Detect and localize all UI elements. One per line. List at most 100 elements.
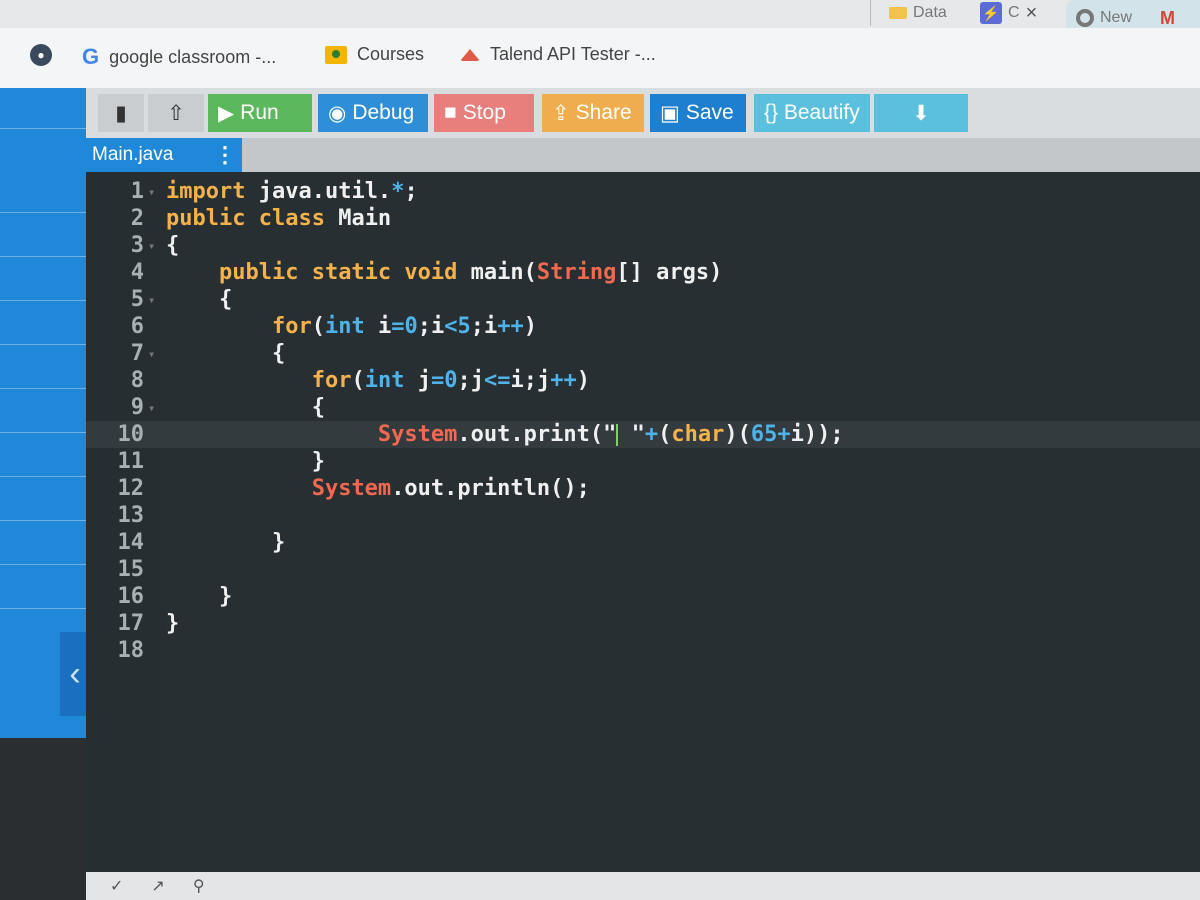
line-number: 6	[130, 314, 144, 339]
file-tab-main-java[interactable]: Main.java ⋮	[86, 138, 242, 172]
sidebar-item[interactable]	[0, 524, 86, 565]
new-file-button[interactable]: ▮	[98, 94, 144, 132]
line-number: 1	[130, 179, 144, 204]
browser-tab-active[interactable]: ⚡ C ×	[980, 0, 1060, 26]
debug-icon: ◉	[328, 101, 347, 125]
download-button[interactable]: ⬇	[874, 94, 968, 132]
sidebar-item[interactable]	[0, 568, 86, 609]
download-icon: ⬇	[912, 101, 930, 125]
code-text: for(int j=0;j<=i;j++)	[311, 368, 590, 393]
bookmark-talend[interactable]: Talend API Tester -...	[460, 44, 656, 65]
code-line[interactable]: 11 }	[86, 448, 1200, 475]
code-line[interactable]: 16 }	[86, 583, 1200, 610]
tab-label: C	[1008, 4, 1020, 21]
talend-icon	[460, 48, 480, 61]
code-line[interactable]: 13	[86, 502, 1200, 529]
line-number: 8	[130, 368, 144, 393]
code-line[interactable]: 18	[86, 637, 1200, 664]
fold-arrow-icon[interactable]: ▾	[144, 347, 166, 361]
code-line[interactable]: 2 public class Main	[86, 205, 1200, 232]
code-line[interactable]: 12 System.out.println();	[86, 475, 1200, 502]
debug-label: Debug	[352, 101, 415, 124]
sidebar-item[interactable]	[0, 304, 86, 345]
apps-shortcut[interactable]: ●	[30, 44, 52, 66]
code-text: public static void main(String[] args)	[218, 260, 723, 285]
line-number: 7	[130, 341, 144, 366]
file-tab-label: Main.java	[92, 144, 174, 165]
fold-arrow-icon[interactable]: ▾	[144, 239, 166, 253]
upload-button[interactable]: ⇧	[148, 94, 204, 132]
code-line-active[interactable]: 10 System.out.print(" "+(char)(65+i));	[86, 421, 1200, 448]
sidebar-item[interactable]	[0, 392, 86, 433]
upload-icon: ⇧	[167, 101, 185, 125]
sidebar-item[interactable]	[0, 216, 86, 257]
code-text: }	[166, 611, 180, 636]
code-line[interactable]: 6 for(int i=0;i<5;i++)	[86, 313, 1200, 340]
sidebar-item[interactable]	[0, 436, 86, 477]
check-icon[interactable]: ✓	[110, 876, 123, 896]
sidebar-item[interactable]	[0, 480, 86, 521]
stop-button[interactable]: ■ Stop	[434, 94, 534, 132]
line-number: 14	[117, 530, 145, 555]
fold-arrow-icon[interactable]: ▾	[144, 185, 166, 199]
code-text: }	[271, 530, 286, 555]
sidebar-item[interactable]	[0, 172, 86, 213]
code-text: import java.util.*;	[166, 179, 418, 204]
kebab-menu-icon[interactable]: ⋮	[214, 142, 236, 168]
code-line[interactable]: 14 }	[86, 529, 1200, 556]
code-text: }	[218, 584, 233, 609]
sidebar-item[interactable]	[0, 260, 86, 301]
debug-button[interactable]: ◉ Debug	[318, 94, 428, 132]
sidebar-item[interactable]	[0, 348, 86, 389]
file-icon: ▮	[115, 101, 127, 125]
beautify-label: {} Beautify	[764, 101, 860, 124]
code-line[interactable]: 1 ▾ import java.util.*;	[86, 178, 1200, 205]
code-line[interactable]: 15	[86, 556, 1200, 583]
bookmark-google-classroom[interactable]: G google classroom -...	[82, 44, 276, 70]
code-line[interactable]: 4 public static void main(String[] args)	[86, 259, 1200, 286]
code-text: {	[311, 395, 325, 420]
gmail-icon: M	[1160, 7, 1175, 28]
browser-tab-strip: Data ⚡ C × New M	[0, 0, 1200, 36]
stop-icon: ■	[444, 101, 457, 124]
share-button[interactable]: ⇪ Share	[542, 94, 644, 132]
editor-panel: ▮ ⇧ ▶ Run ◉ Debug ■ Stop ⇪ Share ▣ Save …	[86, 88, 1200, 900]
code-text: {	[218, 287, 233, 312]
google-icon: G	[82, 44, 100, 69]
line-number: 11	[117, 449, 145, 474]
play-icon: ▶	[218, 101, 235, 125]
sidebar-item[interactable]	[0, 88, 86, 129]
run-button[interactable]: ▶ Run	[208, 94, 312, 132]
file-tab-bar: Main.java ⋮	[86, 138, 1200, 172]
code-text: }	[311, 449, 325, 474]
line-number: 9	[130, 395, 144, 420]
browser-tab-data[interactable]: Data	[870, 0, 989, 26]
expand-icon[interactable]: ↗	[151, 876, 164, 896]
code-text: for(int i=0;i<5;i++)	[271, 314, 537, 339]
fold-arrow-icon[interactable]: ▾	[144, 401, 166, 415]
line-number: 17	[117, 611, 145, 636]
settings-icon[interactable]: ⚲	[193, 876, 205, 896]
sidebar-lower-panel	[0, 738, 86, 900]
code-line[interactable]: 9 ▾ {	[86, 394, 1200, 421]
run-label: Run	[240, 101, 279, 124]
fold-arrow-icon[interactable]: ▾	[144, 293, 166, 307]
code-line[interactable]: 17 }	[86, 610, 1200, 637]
bookmark-label: Talend API Tester -...	[490, 44, 656, 64]
bolt-icon: ⚡	[980, 2, 1002, 24]
tab-label: New	[1100, 9, 1133, 26]
code-text: {	[166, 233, 180, 258]
code-line[interactable]: 5 ▾ {	[86, 286, 1200, 313]
code-line[interactable]: 7 ▾ {	[86, 340, 1200, 367]
editor-toolbar: ▮ ⇧ ▶ Run ◉ Debug ■ Stop ⇪ Share ▣ Save …	[86, 88, 1200, 138]
beautify-button[interactable]: {} Beautify	[754, 94, 870, 132]
code-line[interactable]: 8 for(int j=0;j<=i;j++)	[86, 367, 1200, 394]
code-line[interactable]: 3 ▾ {	[86, 232, 1200, 259]
save-button[interactable]: ▣ Save	[650, 94, 746, 132]
code-editor[interactable]: 1 ▾ import java.util.*; 2 public class M…	[86, 172, 1200, 872]
share-label: Share	[575, 101, 632, 124]
tab-close-icon[interactable]: ×	[1026, 2, 1038, 25]
share-icon: ⇪	[552, 101, 570, 125]
bookmark-courses[interactable]: Courses	[325, 44, 424, 65]
line-number: 16	[117, 584, 145, 609]
